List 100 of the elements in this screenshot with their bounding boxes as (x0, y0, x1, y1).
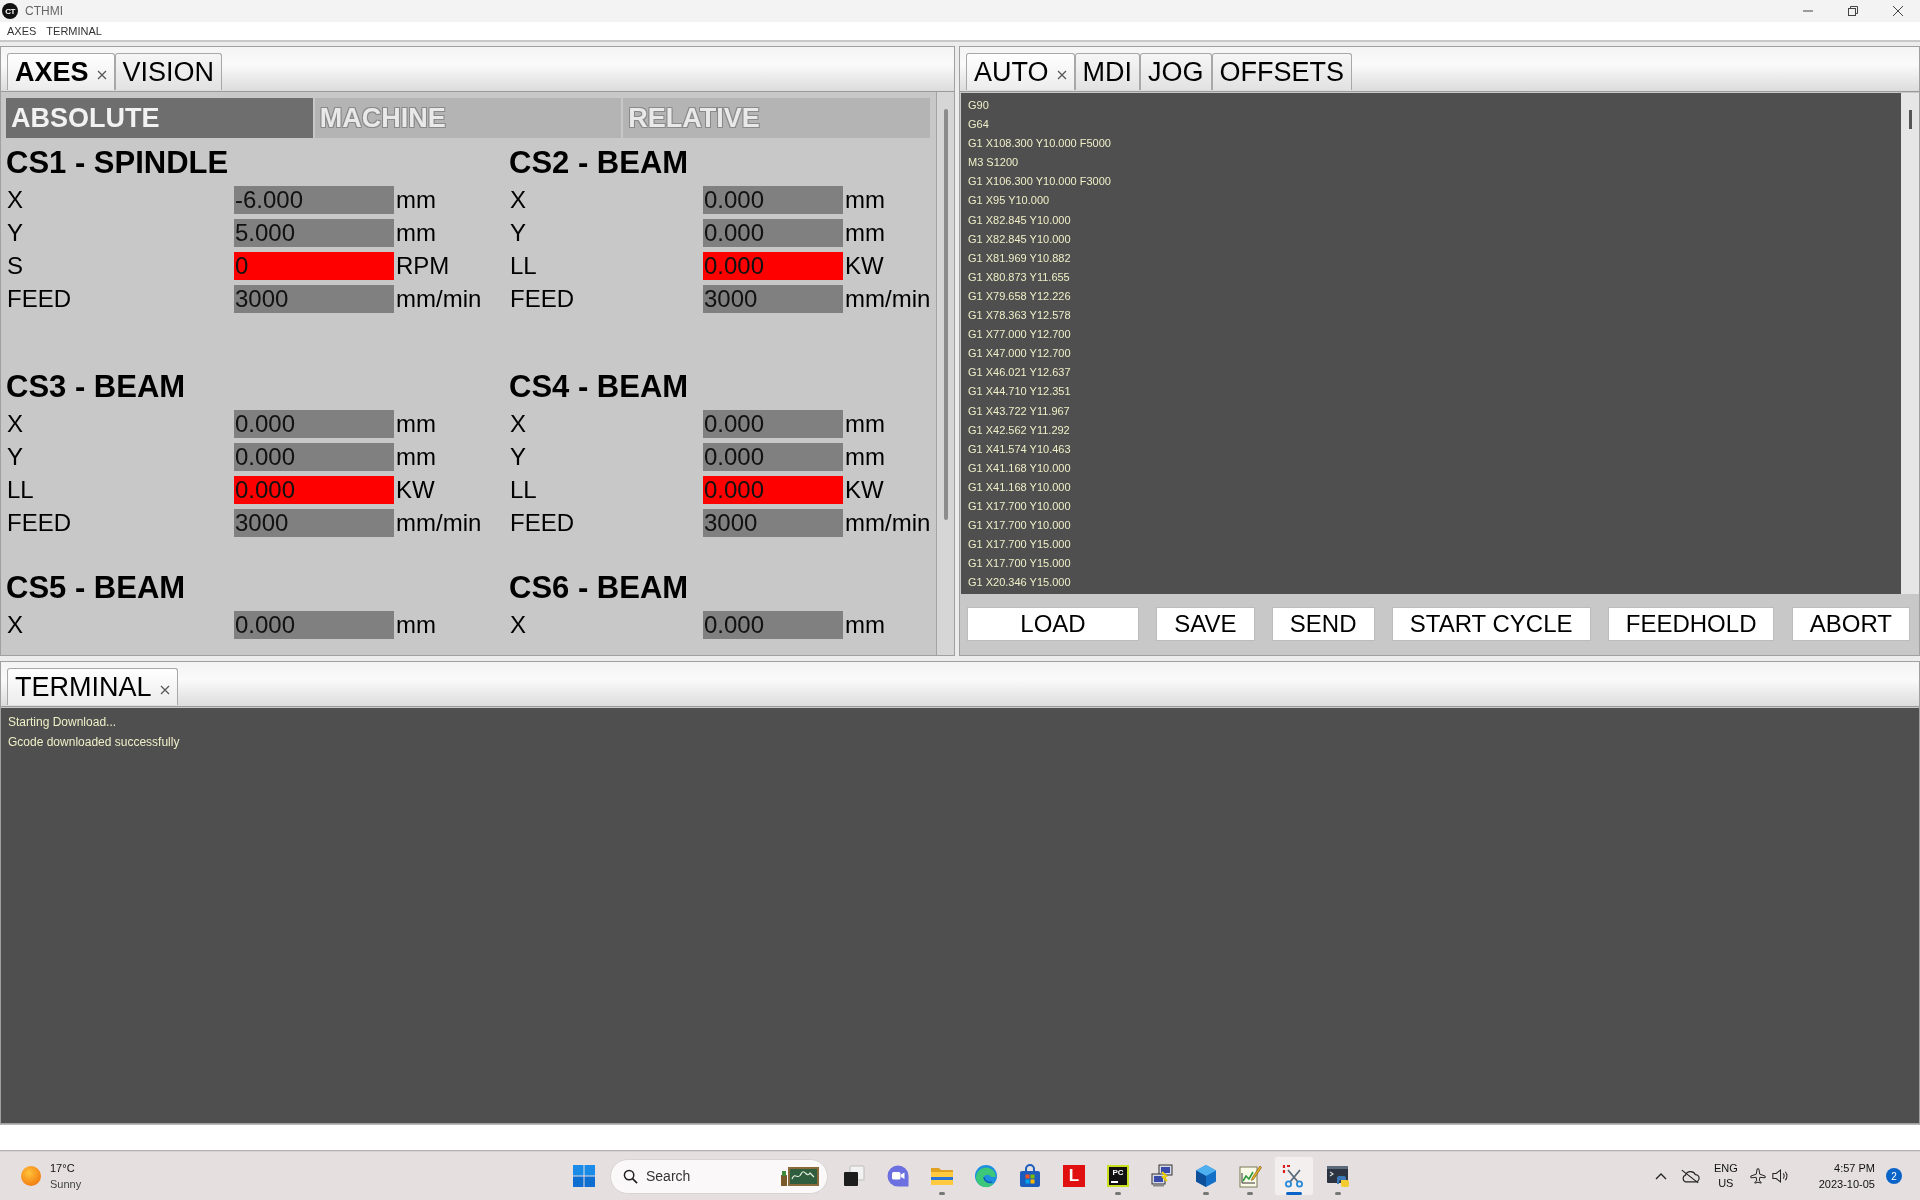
gcode-line: G1 X46.021 Y12.637 (968, 365, 1072, 381)
weather-text: Sunny (50, 1177, 82, 1192)
axis-label: LL (509, 251, 538, 280)
command-input-field[interactable] (0, 1124, 1920, 1151)
cloud-off-icon[interactable] (1679, 1168, 1700, 1184)
value-field: 0 (234, 251, 394, 280)
restore-icon (1847, 6, 1858, 16)
letter-tile-icon: L (1063, 1165, 1085, 1187)
scrollbar-thumb[interactable] (1908, 110, 1912, 129)
airplane-icon[interactable] (1749, 1168, 1766, 1184)
scrollbar[interactable] (936, 92, 954, 655)
axis-label: X (6, 185, 24, 214)
unit-label: mm (395, 218, 437, 247)
value-field: 0.000 (703, 409, 843, 438)
menu-item[interactable]: AXES (2, 25, 42, 37)
panel-tab[interactable]: VISION (114, 53, 223, 90)
gcode-line: G1 X42.562 Y11.292 (968, 422, 1071, 438)
scrollbar-thumb[interactable] (943, 109, 948, 520)
gcode-line: G1 X17.700 Y15.000 (968, 537, 1072, 553)
temperature-text: 17°C (50, 1161, 76, 1176)
action-button[interactable]: LOAD (967, 607, 1139, 641)
terminal-line: Starting Download... (8, 714, 118, 731)
value-field: 0.000 (703, 610, 843, 639)
value-field: 0.000 (703, 475, 843, 504)
notification-badge[interactable]: 2 (1886, 1168, 1902, 1184)
action-button[interactable]: SEND (1271, 607, 1375, 641)
notepad-icon (1238, 1164, 1262, 1188)
cube-icon (1194, 1164, 1218, 1188)
value-field: 0.000 (703, 442, 843, 471)
overlapping-squares-icon (842, 1164, 866, 1188)
gcode-line: G1 X17.700 Y10.000 (968, 518, 1072, 534)
action-button[interactable]: FEEDHOLD (1607, 607, 1775, 641)
panel-tab[interactable]: AUTO (966, 53, 1075, 90)
gcode-line: G1 X79.658 Y12.226 (968, 288, 1072, 304)
gcode-line: G1 X108.300 Y10.000 F5000 (968, 136, 1112, 152)
language-indicator[interactable]: ENG US (1713, 1161, 1738, 1191)
unit-label: mm/min (395, 284, 483, 313)
close-icon[interactable] (159, 685, 170, 695)
unit-label: mm (395, 610, 437, 639)
unit-label: mm/min (844, 284, 932, 313)
taskbar-app-button[interactable]: PC (1098, 1156, 1138, 1196)
swirl-icon (974, 1164, 998, 1188)
speaker-icon[interactable] (1771, 1169, 1789, 1183)
scrollbar[interactable] (1901, 93, 1919, 594)
unit-label: mm (844, 218, 886, 247)
unit-label: RPM (395, 251, 451, 280)
gcode-line: G64 (968, 117, 990, 133)
unit-label: KW (844, 251, 885, 280)
axis-label: FEED (509, 284, 575, 313)
axis-label: S (6, 251, 24, 280)
gcode-line: G1 X80.873 Y11.655 (968, 269, 1071, 285)
unit-label: mm (395, 442, 437, 471)
menu-item[interactable]: TERMINAL (41, 25, 107, 37)
section-heading: CS6 - BEAM (509, 571, 690, 605)
axis-label: Y (509, 442, 527, 471)
unit-label: mm (395, 409, 437, 438)
shopping-bag-icon (1018, 1164, 1042, 1188)
search-field[interactable]: Search (610, 1158, 828, 1194)
computers-icon (1150, 1164, 1174, 1188)
search-icon (623, 1168, 638, 1184)
axis-label: LL (509, 475, 538, 504)
chevron-up-icon[interactable] (1654, 1172, 1667, 1180)
window-title: CTHMI (25, 4, 63, 18)
value-field: 3000 (234, 508, 394, 537)
unit-label: KW (395, 475, 436, 504)
gcode-line: G1 X81.969 Y10.882 (968, 250, 1072, 266)
value-field: 0.000 (703, 251, 843, 280)
panel-tab[interactable]: TERMINAL (7, 668, 178, 705)
section-heading: CS3 - BEAM (6, 370, 187, 404)
mode-tab[interactable]: ABSOLUTE (6, 98, 313, 138)
action-button[interactable]: ABORT (1791, 607, 1910, 641)
axis-label: FEED (509, 508, 575, 537)
close-icon[interactable] (1056, 70, 1067, 80)
gcode-line: G1 X47.000 Y12.700 (968, 346, 1072, 362)
gcode-line: G1 X82.845 Y10.000 (968, 212, 1072, 228)
axis-label: FEED (6, 508, 72, 537)
panel-tab[interactable]: AXES (7, 53, 115, 90)
axis-label: LL (6, 475, 35, 504)
gcode-line: G1 X77.000 Y12.700 (968, 327, 1072, 343)
taskbar-app-button[interactable]: L (1054, 1156, 1094, 1196)
terminal-line: Gcode downloaded successfully (8, 733, 181, 751)
chalkboard-icon (780, 1165, 820, 1187)
terminal-window-icon (1326, 1164, 1350, 1188)
close-icon[interactable] (96, 70, 107, 80)
panel-tab[interactable]: JOG (1140, 53, 1212, 90)
axis-label: X (509, 185, 527, 214)
action-button[interactable]: START CYCLE (1391, 607, 1591, 641)
axis-label: Y (6, 442, 24, 471)
unit-label: mm (844, 185, 886, 214)
panel-tab[interactable]: OFFSETS (1211, 53, 1353, 90)
scissors-icon (1282, 1164, 1306, 1188)
tiles-logo-icon (572, 1164, 596, 1188)
gcode-line: G1 X41.574 Y10.463 (968, 441, 1072, 457)
panel-tab[interactable]: MDI (1074, 53, 1140, 90)
action-button[interactable]: SAVE (1156, 607, 1255, 641)
value-field: 0.000 (234, 475, 394, 504)
axis-label: Y (6, 218, 24, 247)
clock[interactable]: 4:57 PM 2023-10-05 (1818, 1160, 1875, 1192)
gcode-line: G1 X17.700 Y15.000 (968, 556, 1072, 572)
gcode-line: G1 X17.700 Y10.000 (968, 498, 1072, 514)
